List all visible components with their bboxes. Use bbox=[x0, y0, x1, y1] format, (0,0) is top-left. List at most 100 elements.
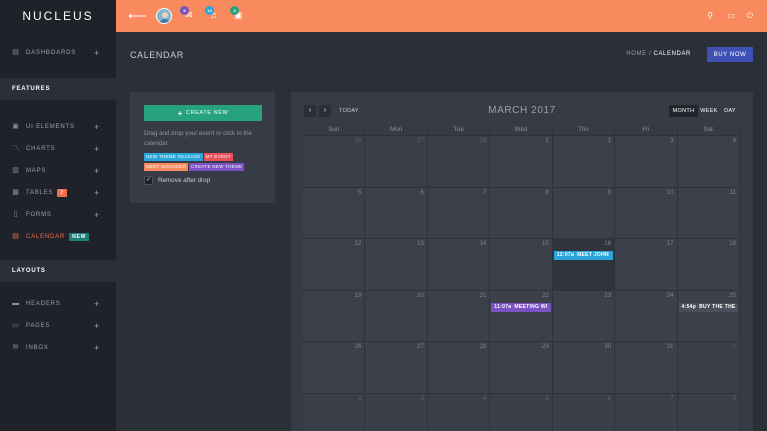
calendar-day-cell[interactable]: 5 bbox=[303, 187, 366, 238]
calendar-event[interactable]: 4:54p BUY THE THE bbox=[678, 302, 738, 312]
event-tag[interactable]: CREATE NEW THEME bbox=[189, 163, 245, 171]
calendar-day-cell[interactable]: 18 bbox=[677, 239, 740, 290]
sidebar-item-pages[interactable]: ▭ PAGES + bbox=[0, 315, 116, 337]
calendar-day-cell[interactable]: 31 bbox=[615, 342, 678, 393]
calendar-day-cell[interactable]: 21 bbox=[427, 290, 491, 341]
calendar-day-cell[interactable]: 6 bbox=[552, 393, 616, 431]
calendar-day-cell[interactable]: 14 bbox=[427, 239, 491, 290]
sidebar-item-ui-elements[interactable]: ▣ UI ELEMENTS + bbox=[0, 116, 116, 138]
breadcrumb-home[interactable]: HOME bbox=[626, 51, 646, 57]
calendar-event[interactable]: 11:07a MEETING WI bbox=[491, 302, 551, 312]
calendar-day-cell[interactable]: 23 bbox=[552, 290, 616, 341]
calendar-day-cell[interactable]: 26 bbox=[303, 342, 366, 393]
day-number: 4 bbox=[732, 138, 736, 144]
sidebar-item-maps[interactable]: ▥ MAPS + bbox=[0, 160, 116, 182]
remove-after-drop-checkbox[interactable]: ✓ bbox=[144, 176, 153, 185]
expand-plus-icon: + bbox=[93, 343, 100, 353]
sidebar-item-label: UI ELEMENTS bbox=[26, 124, 75, 130]
calendar-day-cell[interactable]: 4 bbox=[677, 136, 740, 187]
day-number: 27 bbox=[417, 344, 424, 350]
page-header: CALENDAR HOME / CALENDAR BUY NOW bbox=[116, 32, 767, 77]
chat-icon[interactable]: ▭ bbox=[727, 12, 735, 20]
calendar-day-cell[interactable]: 12 bbox=[303, 239, 366, 290]
calendar-day-cell[interactable]: 27 bbox=[365, 342, 428, 393]
day-number: 24 bbox=[666, 292, 674, 299]
calendar-day-cell[interactable]: 9 bbox=[552, 187, 616, 238]
remove-after-drop-label: Remove after drop bbox=[158, 177, 211, 184]
calendar-day-cell[interactable]: 7 bbox=[615, 393, 678, 431]
calendar-day-cell[interactable]: 27 bbox=[365, 136, 428, 187]
weekday-header: Sun Mon Tue Wed Thu Fri Sat bbox=[303, 124, 740, 135]
weekday-label: Tue bbox=[428, 124, 491, 135]
sidebar-item-tables[interactable]: ▦ TABLES 2 + bbox=[0, 182, 116, 204]
view-month-button[interactable]: MONTH bbox=[669, 105, 698, 117]
calendar-day-cell[interactable]: 1 bbox=[677, 342, 740, 393]
calendar-day-cell[interactable]: 28 bbox=[427, 342, 491, 393]
calendar-day-cell[interactable]: 6 bbox=[365, 187, 428, 238]
brand-logo[interactable]: NUCLEUS bbox=[0, 0, 116, 32]
view-week-button[interactable]: WEEK bbox=[698, 105, 720, 117]
avatar[interactable] bbox=[156, 8, 172, 24]
event-tag[interactable]: NEW THEME RELEASE bbox=[144, 153, 203, 161]
sidebar-item-dashboards[interactable]: ▤ DASHBOARDS + bbox=[0, 42, 116, 64]
sidebar-item-calendar[interactable]: ▤ CALENDAR NEW bbox=[0, 226, 116, 248]
back-arrow-icon[interactable]: ⟵ bbox=[128, 9, 147, 22]
buy-now-button[interactable]: BUY NOW bbox=[707, 47, 753, 62]
calendar-day-cell[interactable]: 25 4:54p BUY THE THE bbox=[677, 290, 740, 341]
calendar-day-cell[interactable]: 16 12:07a MEET JOHN bbox=[552, 239, 616, 290]
weekday-label: Thu bbox=[553, 124, 616, 135]
calendar-day-cell[interactable]: 24 bbox=[615, 290, 678, 341]
create-new-button[interactable]: + CREATE NEW bbox=[144, 105, 262, 121]
calendar-day-cell[interactable]: 26 bbox=[303, 136, 366, 187]
expand-plus-icon: + bbox=[93, 48, 100, 58]
calendar-week-row: 12 13 14 15 16 12:07a MEET JOHN 17 18 bbox=[303, 238, 740, 290]
search-icon[interactable]: ⚲ bbox=[707, 12, 713, 20]
calendar-event[interactable]: 12:07a MEET JOHN bbox=[553, 251, 614, 260]
sidebar-item-forms[interactable]: ▯ FORMS + bbox=[0, 204, 116, 226]
calendar-day-cell[interactable]: 15 bbox=[490, 239, 553, 290]
inbox-icon: ✉ bbox=[12, 344, 20, 351]
calendar-day-cell[interactable]: 10 bbox=[615, 187, 678, 238]
calendar-day-cell[interactable]: 7 bbox=[427, 187, 491, 238]
calendar-day-cell[interactable]: 29 bbox=[490, 342, 553, 393]
sidebar-item-charts[interactable]: 〽 CHARTS + bbox=[0, 138, 116, 160]
day-number: 15 bbox=[542, 241, 549, 247]
calendar-day-cell[interactable]: 28 bbox=[427, 136, 491, 187]
calendar-day-cell[interactable]: 17 bbox=[615, 239, 678, 290]
calendar-day-cell[interactable]: 22 11:07a MEETING WI bbox=[490, 290, 553, 341]
sidebar-item-headers[interactable]: ▬ HEADERS + bbox=[0, 293, 116, 315]
calendar-day-cell[interactable]: 19 bbox=[303, 290, 366, 341]
day-number: 30 bbox=[604, 344, 612, 350]
calendar-day-cell[interactable]: 13 bbox=[365, 239, 428, 290]
calendar-week-row: 19 20 21 22 11:07a MEETING WI 23 24 25 4:54p BUY T… bbox=[303, 289, 740, 341]
day-number: 5 bbox=[545, 395, 549, 402]
event-tags: NEW THEME RELEASE MY EVENT MEET MANAGER … bbox=[144, 153, 262, 171]
calendar-day-cell[interactable]: 3 bbox=[365, 393, 428, 431]
sidebar-item-label: PAGES bbox=[26, 323, 51, 329]
calendar-day-cell[interactable]: 2 bbox=[552, 136, 616, 187]
day-number: 1 bbox=[732, 344, 736, 350]
expand-plus-icon: + bbox=[93, 122, 100, 132]
calendar-day-cell[interactable]: 20 bbox=[365, 290, 428, 341]
sidebar-item-label: INBOX bbox=[26, 345, 49, 351]
calendar-day-cell[interactable]: 4 bbox=[427, 393, 491, 431]
pages-icon: ▭ bbox=[12, 322, 20, 329]
section-heading-features: FEATURES bbox=[0, 78, 116, 100]
calendar-day-cell[interactable]: 8 bbox=[677, 393, 740, 431]
power-icon[interactable]: ⏻ bbox=[747, 12, 753, 20]
calendar-day-cell[interactable]: 3 bbox=[615, 136, 678, 187]
calendar-day-cell[interactable]: 8 bbox=[490, 187, 553, 238]
sidebar-item-inbox[interactable]: ✉ INBOX + bbox=[0, 337, 116, 359]
calendar-day-cell[interactable]: 1 bbox=[490, 136, 553, 187]
sidebar-item-label: CHARTS bbox=[26, 146, 56, 152]
calendar-day-cell[interactable]: 11 bbox=[677, 187, 740, 238]
calendar-day-cell[interactable]: 30 bbox=[552, 342, 616, 393]
expand-plus-icon: + bbox=[93, 210, 100, 220]
event-tag[interactable]: MY EVENT bbox=[203, 153, 233, 161]
page-title: CALENDAR bbox=[130, 50, 184, 60]
view-day-button[interactable]: DAY bbox=[720, 105, 740, 117]
event-tag[interactable]: MEET MANAGER bbox=[144, 163, 189, 171]
calendar-day-cell[interactable]: 2 bbox=[303, 393, 366, 431]
sidebar-item-label: MAPS bbox=[26, 168, 47, 174]
calendar-day-cell[interactable]: 5 bbox=[490, 393, 553, 431]
